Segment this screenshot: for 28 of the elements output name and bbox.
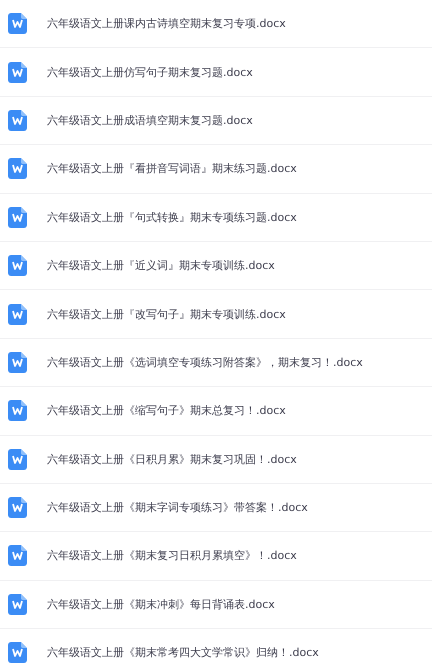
file-name[interactable]: 六年级语文上册『近义词』期末专项训练.docx xyxy=(47,258,275,274)
word-document-icon xyxy=(8,13,27,34)
word-document-icon xyxy=(8,255,27,276)
file-name[interactable]: 六年级语文上册《期末常考四大文学常识》归纳！.docx xyxy=(47,645,319,660)
word-document-icon xyxy=(8,448,27,470)
word-document-icon xyxy=(8,62,27,83)
word-document-icon xyxy=(8,545,27,566)
file-name[interactable]: 六年级语文上册《选词填空专项练习附答案》，期末复习！.docx xyxy=(47,354,363,370)
word-document-icon xyxy=(8,304,27,325)
word-document-icon xyxy=(8,110,27,131)
file-name[interactable]: 六年级语文上册『句式转换』期末专项练习题.docx xyxy=(47,210,297,225)
word-document-icon xyxy=(8,642,27,664)
file-name[interactable]: 六年级语文上册《期末字词专项练习》带答案！.docx xyxy=(47,500,308,516)
word-document-icon xyxy=(8,206,27,228)
file-name[interactable]: 六年级语文上册成语填空期末复习题.docx xyxy=(47,112,253,128)
file-name[interactable]: 六年级语文上册『改写句子』期末专项训练.docx xyxy=(47,306,286,322)
word-document-icon xyxy=(8,158,27,180)
word-document-icon xyxy=(8,400,27,422)
word-document-icon xyxy=(8,594,27,615)
file-name[interactable]: 六年级语文上册《期末复习日积月累填空》！.docx xyxy=(47,548,297,564)
file-name[interactable]: 六年级语文上册『看拼音写词语』期末练习题.docx xyxy=(47,161,297,176)
file-name[interactable]: 六年级语文上册《期末冲刺》每日背诵表.docx xyxy=(47,596,275,612)
file-name[interactable]: 六年级语文上册《日积月累》期末复习巩固！.docx xyxy=(47,452,297,467)
file-name[interactable]: 六年级语文上册课内古诗填空期末复习专项.docx xyxy=(47,16,286,32)
word-document-icon xyxy=(8,352,27,373)
file-name[interactable]: 六年级语文上册仿写句子期末复习题.docx xyxy=(47,64,253,80)
file-name[interactable]: 六年级语文上册《缩写句子》期末总复习！.docx xyxy=(47,403,286,418)
word-document-icon xyxy=(8,497,27,518)
